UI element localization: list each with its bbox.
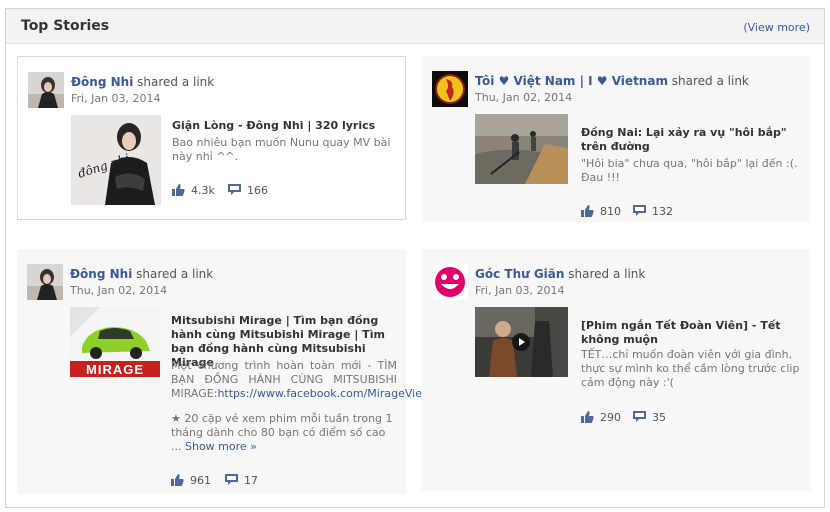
link-title[interactable]: Đồng Nai: Lại xảy ra vụ "hôi bắp" trên đ… bbox=[581, 126, 803, 154]
post-header: Đông Nhi shared a link bbox=[70, 267, 213, 281]
comment-icon bbox=[633, 205, 646, 216]
story-card: Góc Thư Giãn shared a link Fri, Jan 03, … bbox=[422, 249, 810, 491]
author-link[interactable]: Đông Nhi bbox=[71, 75, 133, 89]
post-stats: 961 17 bbox=[171, 474, 371, 488]
like-count[interactable]: 290 bbox=[581, 411, 621, 424]
author-link[interactable]: Tôi ♥ Việt Nam | I ♥ Vietnam bbox=[475, 74, 668, 88]
comment-count[interactable]: 17 bbox=[225, 474, 258, 487]
panel-title: Top Stories bbox=[21, 18, 110, 34]
post-extra-text: ★ 20 cặp vé xem phim mỗi tuần trong 1 th… bbox=[171, 412, 393, 453]
post-date[interactable]: Fri, Jan 03, 2014 bbox=[71, 92, 161, 105]
author-link[interactable]: Đông Nhi bbox=[70, 267, 132, 281]
like-count[interactable]: 810 bbox=[581, 205, 621, 218]
avatar[interactable] bbox=[27, 264, 63, 300]
author-link[interactable]: Góc Thư Giãn bbox=[475, 267, 564, 281]
avatar[interactable] bbox=[432, 71, 468, 107]
panel-header: Top Stories (View more) bbox=[6, 9, 824, 44]
thumbs-up-icon bbox=[581, 205, 594, 217]
comment-icon bbox=[225, 474, 238, 485]
link-description: Một chương trình hoàn toàn mới - TÌM BẠN… bbox=[171, 359, 422, 400]
post-stats: 4.3k 166 bbox=[172, 184, 372, 198]
comment-count[interactable]: 35 bbox=[633, 411, 666, 424]
comment-icon bbox=[633, 411, 646, 422]
story-card: Đông Nhi shared a link Thu, Jan 02, 2014… bbox=[17, 249, 422, 494]
post-verb: shared a link bbox=[671, 74, 749, 88]
post-verb: shared a link bbox=[137, 75, 215, 89]
video-thumbnail[interactable] bbox=[475, 307, 568, 377]
link-thumbnail[interactable]: đông nhi bbox=[71, 115, 161, 205]
link-description: "Hôi bia" chưa qua, "hôi bắp" lại đến :(… bbox=[581, 157, 798, 184]
like-count[interactable]: 4.3k bbox=[172, 184, 215, 197]
avatar[interactable] bbox=[432, 264, 468, 300]
smiley-icon bbox=[432, 264, 468, 300]
post-date[interactable]: Thu, Jan 02, 2014 bbox=[475, 91, 572, 104]
post-header: Góc Thư Giãn shared a link bbox=[475, 267, 645, 281]
link-description: TẾT…chỉ muốn đoàn viên với gia đình, thự… bbox=[581, 348, 800, 389]
thumbs-up-icon bbox=[171, 474, 184, 486]
link-thumbnail[interactable] bbox=[475, 114, 568, 184]
description-url-link[interactable]: https://www.facebook.com/MirageVie bbox=[217, 387, 422, 400]
thumbs-up-icon bbox=[172, 184, 185, 196]
top-stories-panel: Top Stories (View more) Đông Nhi shared … bbox=[5, 8, 825, 508]
view-more-link[interactable]: (View more) bbox=[743, 21, 810, 34]
comment-icon bbox=[228, 184, 241, 195]
post-header: Đông Nhi shared a link bbox=[71, 75, 214, 89]
show-more-link[interactable]: Show more » bbox=[185, 440, 257, 453]
post-stats: 290 35 bbox=[581, 411, 781, 425]
post-verb: shared a link bbox=[136, 267, 214, 281]
link-description: Bao nhiêu bạn muốn Nunu quay MV bài này … bbox=[172, 136, 391, 163]
thumbnail-caption: MIRAGE bbox=[86, 362, 144, 377]
link-thumbnail[interactable]: MIRAGE bbox=[70, 307, 160, 377]
post-date[interactable]: Fri, Jan 03, 2014 bbox=[475, 284, 565, 297]
thumbs-up-icon bbox=[581, 411, 594, 423]
story-card: Đông Nhi shared a link Fri, Jan 03, 2014… bbox=[17, 56, 406, 220]
comment-count[interactable]: 132 bbox=[633, 205, 673, 218]
story-card: Tôi ♥ Việt Nam | I ♥ Vietnam shared a li… bbox=[422, 56, 810, 222]
post-verb: shared a link bbox=[568, 267, 646, 281]
post-stats: 810 132 bbox=[581, 205, 781, 219]
comment-count[interactable]: 166 bbox=[228, 184, 268, 197]
post-date[interactable]: Thu, Jan 02, 2014 bbox=[70, 284, 167, 297]
post-header: Tôi ♥ Việt Nam | I ♥ Vietnam shared a li… bbox=[475, 74, 749, 88]
avatar[interactable] bbox=[28, 72, 64, 108]
link-title[interactable]: Giận Lòng - Đông Nhi | 320 lyrics bbox=[172, 119, 392, 133]
link-title[interactable]: [Phim ngắn Tết Đoàn Viên] - Tết không mu… bbox=[581, 319, 803, 347]
like-count[interactable]: 961 bbox=[171, 474, 211, 487]
play-icon bbox=[512, 333, 530, 351]
